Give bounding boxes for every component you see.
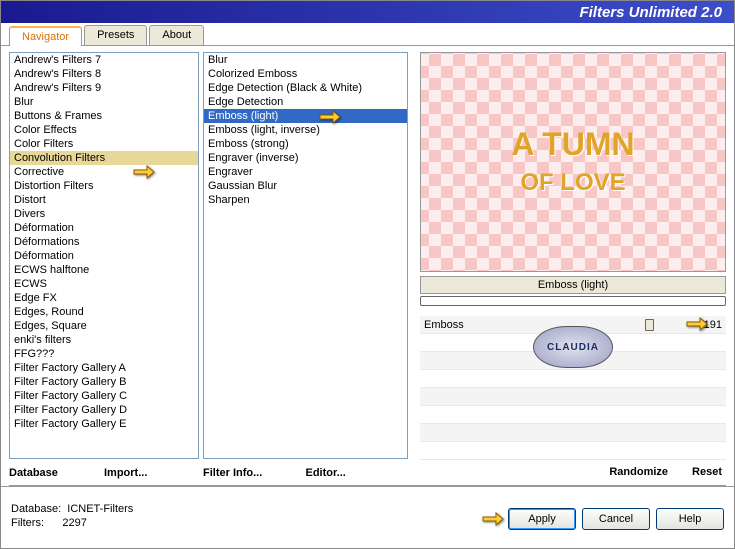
list-item[interactable]: Color Effects xyxy=(10,123,198,137)
list-item[interactable]: Sharpen xyxy=(204,193,407,207)
list-item[interactable]: Andrew's Filters 7 xyxy=(10,53,198,67)
database-button[interactable]: Database xyxy=(9,465,104,481)
list-item[interactable]: Engraver (inverse) xyxy=(204,151,407,165)
list-item[interactable]: Edges, Round xyxy=(10,305,198,319)
list-item[interactable]: Andrew's Filters 9 xyxy=(10,81,198,95)
list-item[interactable]: Andrew's Filters 8 xyxy=(10,67,198,81)
filter-list[interactable]: BlurColorized EmbossEdge Detection (Blac… xyxy=(203,52,408,459)
category-list[interactable]: Andrew's Filters 7Andrew's Filters 8Andr… xyxy=(9,52,199,459)
list-item[interactable]: Edge FX xyxy=(10,291,198,305)
param-value: 191 xyxy=(692,319,722,331)
list-item[interactable]: Blur xyxy=(10,95,198,109)
list-item[interactable]: Edge Detection (Black & White) xyxy=(204,81,407,95)
db-value: ICNET-Filters xyxy=(67,503,133,515)
list-item[interactable]: Color Filters xyxy=(10,137,198,151)
list-item[interactable]: Divers xyxy=(10,207,198,221)
param-row-empty xyxy=(420,442,726,460)
list-item[interactable]: enki's filters xyxy=(10,333,198,347)
db-label: Database: xyxy=(11,503,61,515)
list-item[interactable]: Déformation xyxy=(10,249,198,263)
randomize-button[interactable]: Randomize xyxy=(609,466,668,478)
list-item[interactable]: Emboss (light, inverse) xyxy=(204,123,407,137)
param-label: Emboss xyxy=(424,319,504,331)
cancel-button[interactable]: Cancel xyxy=(582,508,650,530)
list-item[interactable]: Engraver xyxy=(204,165,407,179)
list-item[interactable]: Edge Detection xyxy=(204,95,407,109)
list-item[interactable]: Gaussian Blur xyxy=(204,179,407,193)
progress-bar xyxy=(420,296,726,306)
list-item[interactable]: Colorized Emboss xyxy=(204,67,407,81)
filters-count: 2297 xyxy=(62,517,86,529)
filters-label: Filters: xyxy=(11,517,44,529)
list-item[interactable]: Filter Factory Gallery E xyxy=(10,417,198,431)
editor-button[interactable]: Editor... xyxy=(306,465,409,481)
preview-image: A TUMN OF LOVE xyxy=(420,52,726,272)
selected-filter-title: Emboss (light) xyxy=(420,276,726,294)
import-button[interactable]: Import... xyxy=(104,465,199,481)
list-item[interactable]: Distort xyxy=(10,193,198,207)
slider-thumb[interactable] xyxy=(645,319,654,331)
tab-about[interactable]: About xyxy=(149,25,204,45)
list-item[interactable]: FFG??? xyxy=(10,347,198,361)
app-title: Filters Unlimited 2.0 xyxy=(579,4,722,21)
param-row-empty xyxy=(420,370,726,388)
reset-button[interactable]: Reset xyxy=(692,466,722,478)
list-item[interactable]: Déformation xyxy=(10,221,198,235)
footer-info: Database: ICNET-Filters Filters: 2297 xyxy=(11,502,133,530)
apply-button[interactable]: Apply xyxy=(508,508,576,530)
preview-line-2: OF LOVE xyxy=(520,169,625,196)
list-item[interactable]: Buttons & Frames xyxy=(10,109,198,123)
list-item[interactable]: Déformations xyxy=(10,235,198,249)
tab-navigator[interactable]: Navigator xyxy=(9,26,82,46)
list-item[interactable]: Edges, Square xyxy=(10,319,198,333)
list-item[interactable]: Filter Factory Gallery A xyxy=(10,361,198,375)
list-item[interactable]: Emboss (strong) xyxy=(204,137,407,151)
param-row-empty xyxy=(420,406,726,424)
list-item[interactable]: Emboss (light) xyxy=(204,109,407,123)
param-row-empty xyxy=(420,388,726,406)
list-item[interactable]: Filter Factory Gallery D xyxy=(10,403,198,417)
help-button[interactable]: Help xyxy=(656,508,724,530)
list-item[interactable]: Distortion Filters xyxy=(10,179,198,193)
list-item[interactable]: ECWS halftone xyxy=(10,263,198,277)
preview-sample-text: A TUMN OF LOVE xyxy=(511,127,634,197)
param-row-empty xyxy=(420,424,726,442)
list-item[interactable]: Filter Factory Gallery C xyxy=(10,389,198,403)
list-item[interactable]: Blur xyxy=(204,53,407,67)
list-item[interactable]: Convolution Filters xyxy=(10,151,198,165)
preview-line-1: A TUMN xyxy=(511,126,634,162)
filter-info-button[interactable]: Filter Info... xyxy=(203,465,306,481)
title-bar: Filters Unlimited 2.0 xyxy=(1,1,734,23)
list-item[interactable]: Filter Factory Gallery B xyxy=(10,375,198,389)
tab-presets[interactable]: Presets xyxy=(84,25,147,45)
pointer-icon xyxy=(480,509,504,529)
list-item[interactable]: ECWS xyxy=(10,277,198,291)
list-item[interactable]: Corrective xyxy=(10,165,198,179)
watermark-badge: CLAUDIA xyxy=(533,326,613,368)
tab-strip: Navigator Presets About xyxy=(1,25,734,46)
